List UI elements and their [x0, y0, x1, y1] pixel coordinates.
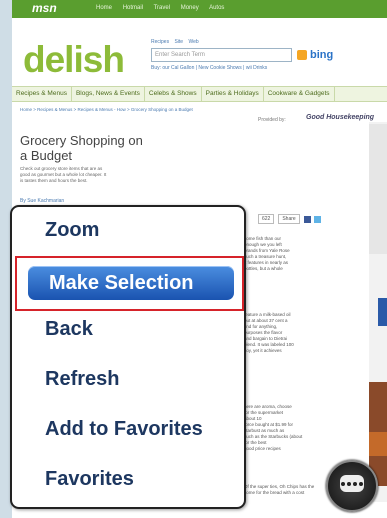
- make-selection-label: Make Selection: [49, 272, 194, 294]
- search-icon: [297, 50, 307, 60]
- sidebar-food-image-2[interactable]: [369, 432, 387, 456]
- search-links[interactable]: Buy: our Cal Gallon | New Cookie Shows |…: [151, 65, 356, 72]
- search-tab-recipes[interactable]: Recipes: [151, 39, 169, 45]
- delish-logo[interactable]: delish: [23, 39, 125, 81]
- nav-cookware-gadgets[interactable]: Cookware & Gadgets: [264, 87, 335, 101]
- nav-celebs-shows[interactable]: Celebs & Shows: [145, 87, 202, 101]
- nav-blogs-news[interactable]: Blogs, News & Events: [72, 87, 145, 101]
- share-button[interactable]: Share: [278, 214, 300, 224]
- bing-label: bing: [310, 49, 334, 61]
- search-tab-site[interactable]: Site: [174, 39, 183, 45]
- msn-nav-home[interactable]: Home: [96, 5, 112, 11]
- article-description: Check out grocery store items that are a…: [20, 166, 107, 183]
- breadcrumb[interactable]: Home > Recipes & Menus > Recipes & Menus…: [20, 107, 193, 112]
- msn-nav-money[interactable]: Money: [181, 5, 199, 11]
- facebook-icon[interactable]: [303, 215, 311, 223]
- msn-nav: Home Hotmail Travel Money Autos: [96, 5, 233, 11]
- context-menu: Zoom Make Selection Back Refresh Add to …: [10, 205, 246, 509]
- menu-item-favorites[interactable]: Favorites: [45, 468, 134, 491]
- sidebar-ad[interactable]: [369, 124, 387, 254]
- more-options-button[interactable]: [326, 460, 378, 512]
- nav-recipes-menus[interactable]: Recipes & Menus: [12, 87, 72, 101]
- msn-logo[interactable]: msn: [32, 1, 57, 15]
- search-input[interactable]: Enter Search Term: [151, 48, 292, 62]
- main-nav: Recipes & Menus Blogs, News & Events Cel…: [12, 86, 387, 102]
- search-tab-web[interactable]: Web: [188, 39, 198, 45]
- article-body-1: some fish than our enough we you left br…: [244, 236, 290, 271]
- menu-item-zoom[interactable]: Zoom: [45, 219, 99, 242]
- sidebar-ad-blue[interactable]: [378, 298, 387, 326]
- bing-search-button[interactable]: bing: [297, 49, 333, 61]
- article-body-2: feature a milk-based oil but at about 37…: [244, 312, 294, 353]
- msn-nav-travel[interactable]: Travel: [154, 5, 170, 11]
- provided-by-label: Provided by:: [258, 117, 286, 123]
- share-row: 622 Share: [258, 214, 321, 224]
- share-count: 622: [258, 214, 275, 224]
- article-byline[interactable]: By Sue Kachmarian: [20, 198, 64, 204]
- menu-item-make-selection[interactable]: Make Selection: [28, 266, 234, 300]
- menu-item-refresh[interactable]: Refresh: [45, 368, 119, 391]
- article-body-3: here are aroma, choose for the supermark…: [244, 404, 303, 451]
- browser-frame: msn Home Hotmail Travel Money Autos deli…: [0, 0, 387, 518]
- article-title: Grocery Shopping on a Budget: [20, 133, 143, 163]
- msn-bar: msn Home Hotmail Travel Money Autos: [12, 0, 387, 18]
- search-area: Recipes Site Web Enter Search Term bing …: [151, 39, 356, 72]
- msn-nav-hotmail[interactable]: Hotmail: [123, 5, 143, 11]
- menu-item-back[interactable]: Back: [45, 318, 93, 341]
- menu-item-add-favorites[interactable]: Add to Favorites: [45, 418, 203, 441]
- sponsor-logo[interactable]: Good Housekeeping: [306, 114, 374, 121]
- more-dots-icon: [340, 475, 364, 492]
- msn-nav-autos[interactable]: Autos: [209, 5, 224, 11]
- twitter-icon[interactable]: [313, 215, 321, 223]
- search-row: Enter Search Term bing: [151, 48, 356, 62]
- nav-parties-holidays[interactable]: Parties & Holidays: [202, 87, 264, 101]
- search-tabs: Recipes Site Web: [151, 39, 356, 45]
